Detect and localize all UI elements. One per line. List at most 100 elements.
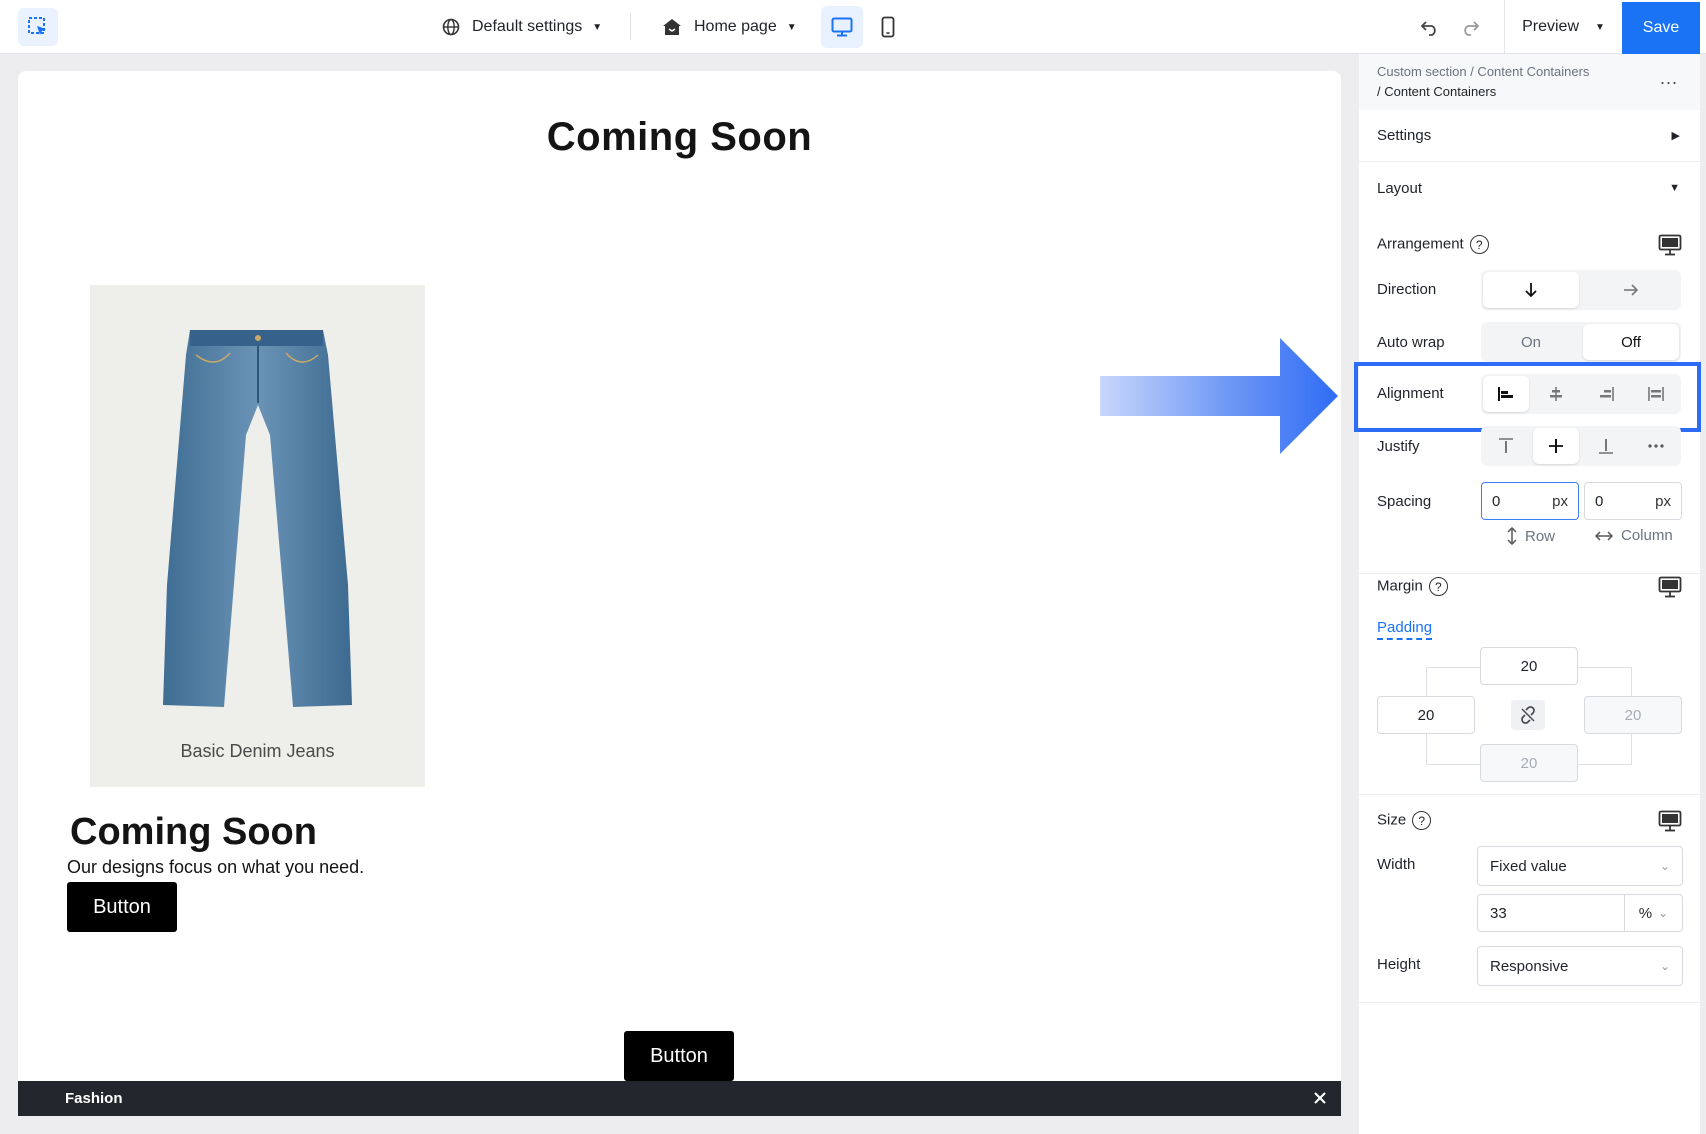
preview-label: Preview — [1522, 18, 1579, 35]
direction-label: Direction — [1377, 281, 1437, 298]
spacing-label: Spacing — [1377, 493, 1432, 510]
size-heading: Size? — [1377, 811, 1432, 830]
align-end-option[interactable] — [1583, 376, 1629, 412]
page-selector-label: Home page — [694, 18, 777, 35]
layout-section-header[interactable]: Layout ▼ — [1359, 162, 1700, 214]
desktop-icon[interactable] — [1658, 810, 1682, 832]
caret-down-icon: ▼ — [592, 21, 603, 33]
justify-options — [1481, 426, 1681, 466]
padding-right-input[interactable]: 20 — [1584, 696, 1682, 734]
default-settings-label: Default settings — [472, 18, 583, 35]
page-canvas[interactable]: Coming Soon Basic Denim Jeans Coming Soo… — [18, 71, 1341, 1116]
arrangement-heading: Arrangement? — [1377, 235, 1489, 254]
toolbar-divider — [630, 14, 631, 40]
alignment-options — [1481, 374, 1681, 414]
width-label: Width — [1377, 856, 1416, 873]
divider — [1359, 794, 1700, 795]
unlink-icon — [1521, 706, 1535, 724]
desktop-icon[interactable] — [1658, 234, 1682, 256]
padding-left-input[interactable]: 20 — [1377, 696, 1475, 734]
section-footer-bar: Fashion — [18, 1081, 1341, 1116]
section-title[interactable]: Coming Soon — [18, 115, 1341, 160]
close-icon[interactable] — [1309, 1087, 1331, 1109]
width-unit-select[interactable]: % ⌄ — [1624, 895, 1682, 931]
annotation-arrow-icon — [1100, 338, 1338, 454]
padding-bottom-input[interactable]: 20 — [1480, 744, 1578, 782]
width-value-input[interactable]: 33 % ⌄ — [1477, 894, 1683, 932]
auto-wrap-on-option[interactable]: On — [1483, 324, 1579, 360]
vertical-arrows-icon — [1507, 527, 1517, 545]
justify-top-icon — [1499, 438, 1513, 453]
justify-more-option[interactable] — [1633, 428, 1679, 464]
settings-section-header[interactable]: Settings ▶ — [1359, 110, 1700, 162]
mobile-view-button[interactable] — [867, 6, 909, 48]
settings-label: Settings — [1377, 127, 1432, 144]
align-start-option[interactable] — [1483, 376, 1529, 412]
padding-top-input[interactable]: 20 — [1480, 647, 1578, 685]
layout-label: Layout — [1377, 179, 1423, 197]
row-label: Row — [1525, 527, 1556, 545]
selection-cursor-icon — [28, 17, 46, 35]
auto-wrap-toggle: On Off — [1481, 322, 1681, 362]
mobile-icon — [881, 16, 895, 38]
direction-vertical-option[interactable] — [1483, 272, 1579, 308]
save-button[interactable]: Save — [1622, 2, 1700, 54]
align-stretch-option[interactable] — [1633, 376, 1679, 412]
card-title[interactable]: Coming Soon — [70, 811, 317, 854]
breadcrumb-current: / Content Containers — [1377, 84, 1497, 99]
card-button[interactable]: Button — [67, 882, 177, 932]
desktop-icon[interactable] — [1658, 576, 1682, 598]
page-selector-dropdown[interactable]: Home page ▼ — [662, 0, 797, 54]
desktop-view-button[interactable] — [821, 6, 863, 48]
product-card[interactable]: Basic Denim Jeans — [90, 285, 425, 787]
chevron-down-icon: ⌄ — [1659, 959, 1670, 973]
chevron-down-icon: ⌄ — [1658, 906, 1669, 920]
justify-center-option[interactable] — [1533, 428, 1579, 464]
link-values-button[interactable] — [1511, 700, 1545, 730]
height-mode-value: Responsive — [1490, 957, 1569, 975]
direction-toggle — [1481, 270, 1681, 310]
size-label: Size — [1377, 811, 1407, 829]
help-icon[interactable]: ? — [1412, 811, 1432, 830]
top-toolbar: Default settings ▼ Home page ▼ Preview ▼… — [0, 0, 1706, 54]
breadcrumb: Custom section / Content Containers / Co… — [1359, 54, 1700, 110]
align-center-option[interactable] — [1533, 376, 1579, 412]
padding-tab[interactable]: Padding — [1377, 619, 1433, 640]
card-description[interactable]: Our designs focus on what you need. — [67, 857, 364, 878]
desktop-icon — [831, 17, 853, 37]
width-mode-select[interactable]: Fixed value ⌄ — [1477, 846, 1683, 886]
justify-end-option[interactable] — [1583, 428, 1629, 464]
spacing-column-value: 0 — [1595, 492, 1604, 510]
undo-button[interactable] — [1415, 12, 1445, 42]
product-name: Basic Denim Jeans — [180, 741, 335, 761]
auto-wrap-off-option[interactable]: Off — [1583, 324, 1679, 360]
align-stretch-icon — [1648, 387, 1664, 401]
caret-down-icon: ▼ — [1669, 182, 1680, 194]
preview-button[interactable]: Preview ▼ — [1504, 0, 1622, 54]
direction-horizontal-option[interactable] — [1583, 272, 1679, 308]
spacing-row-value: 0 — [1492, 492, 1501, 510]
help-icon[interactable]: ? — [1469, 235, 1489, 254]
justify-start-option[interactable] — [1483, 428, 1529, 464]
justify-center-icon — [1549, 439, 1563, 453]
caret-right-icon: ▶ — [1671, 130, 1680, 142]
spacing-column-input[interactable]: 0 px — [1584, 482, 1682, 520]
divider — [1359, 573, 1700, 574]
properties-panel: Custom section / Content Containers / Co… — [1354, 54, 1701, 1134]
spacing-row-input[interactable]: 0 px — [1481, 482, 1579, 520]
column-label: Column — [1621, 527, 1673, 544]
height-mode-select[interactable]: Responsive ⌄ — [1477, 946, 1683, 986]
default-settings-dropdown[interactable]: Default settings ▼ — [442, 0, 602, 54]
spacing-column-unit: px — [1655, 492, 1671, 510]
selection-tool-button[interactable] — [18, 8, 58, 46]
spacing-row-unit: px — [1552, 492, 1568, 510]
help-icon[interactable]: ? — [1428, 577, 1448, 596]
more-options-button[interactable]: ... — [1660, 68, 1678, 89]
breadcrumb-path[interactable]: Custom section / Content Containers — [1377, 62, 1589, 82]
horizontal-arrows-icon — [1595, 530, 1613, 541]
width-value: 33 — [1490, 904, 1507, 922]
redo-button[interactable] — [1455, 12, 1485, 42]
globe-icon — [442, 18, 460, 36]
column-caption: Column — [1595, 527, 1673, 544]
footer-button[interactable]: Button — [624, 1031, 734, 1081]
